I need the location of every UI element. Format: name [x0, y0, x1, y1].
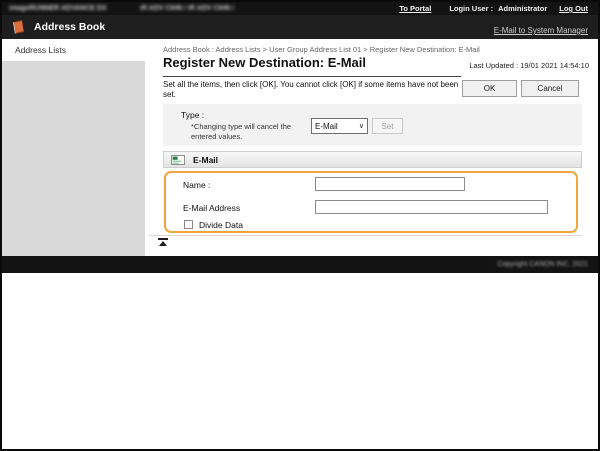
login-user-name: Administrator	[498, 4, 547, 13]
device-name: imageRUNNER ADVANCE DX	[9, 2, 107, 15]
sidebar-panel	[2, 61, 145, 256]
session-controls: To Portal Login User : Administrator Log…	[399, 2, 588, 15]
email-address-input[interactable]	[315, 200, 548, 214]
instruction-text: Set all the items, then click [OK]. You …	[163, 80, 465, 99]
chevron-down-icon: ∨	[359, 122, 364, 130]
section-divider	[149, 235, 582, 236]
email-address-label: E-Mail Address	[183, 203, 240, 213]
footer-bar: Copyright CANON INC. 2021	[2, 256, 598, 273]
divide-data-label: Divide Data	[199, 220, 243, 230]
device-models: iR ADV C846 / iR ADV C846 /	[140, 2, 234, 15]
email-section-title: E-Mail	[193, 155, 218, 165]
cancel-button[interactable]: Cancel	[521, 80, 579, 97]
type-select[interactable]: E-Mail ∨	[311, 118, 368, 134]
page-app-title: Address Book	[34, 15, 105, 39]
email-fields-group: Name : E-Mail Address Divide Data	[164, 171, 578, 233]
back-to-top-icon[interactable]	[158, 238, 168, 246]
divide-data-checkbox[interactable]	[184, 220, 193, 229]
type-note-line1: *Changing type will cancel the	[191, 122, 291, 131]
email-to-system-manager-link[interactable]: E-Mail to System Manager	[494, 26, 588, 35]
type-label: Type :	[181, 110, 204, 120]
address-book-icon	[11, 19, 26, 35]
name-input[interactable]	[315, 177, 465, 191]
breadcrumb[interactable]: Address Book : Address Lists > User Grou…	[163, 45, 480, 54]
email-destination-icon	[171, 155, 185, 165]
copyright-text: Copyright CANON INC. 2021	[497, 256, 588, 273]
to-portal-link[interactable]: To Portal	[399, 4, 431, 13]
type-section: Type : *Changing type will cancel the en…	[163, 104, 582, 146]
log-out-link[interactable]: Log Out	[559, 4, 588, 13]
title-divider	[163, 76, 461, 77]
app-bar: Address Book E-Mail to System Manager	[2, 15, 598, 39]
device-bar: imageRUNNER ADVANCE DX iR ADV C846 / iR …	[2, 2, 598, 15]
last-updated-text: Last Updated : 19/01 2021 14:54:10	[469, 61, 589, 70]
email-section-header: E-Mail	[163, 151, 582, 168]
sidebar-item-address-lists[interactable]: Address Lists	[2, 39, 145, 61]
ok-button[interactable]: OK	[462, 80, 517, 97]
page-title: Register New Destination: E-Mail	[163, 55, 366, 70]
type-note-line2: entered values.	[191, 132, 242, 141]
type-select-value: E-Mail	[315, 122, 359, 131]
remote-ui-window: imageRUNNER ADVANCE DX iR ADV C846 / iR …	[0, 0, 600, 451]
name-label: Name :	[183, 180, 210, 190]
set-button[interactable]: Set	[372, 118, 403, 134]
login-user-label: Login User :	[449, 4, 493, 13]
